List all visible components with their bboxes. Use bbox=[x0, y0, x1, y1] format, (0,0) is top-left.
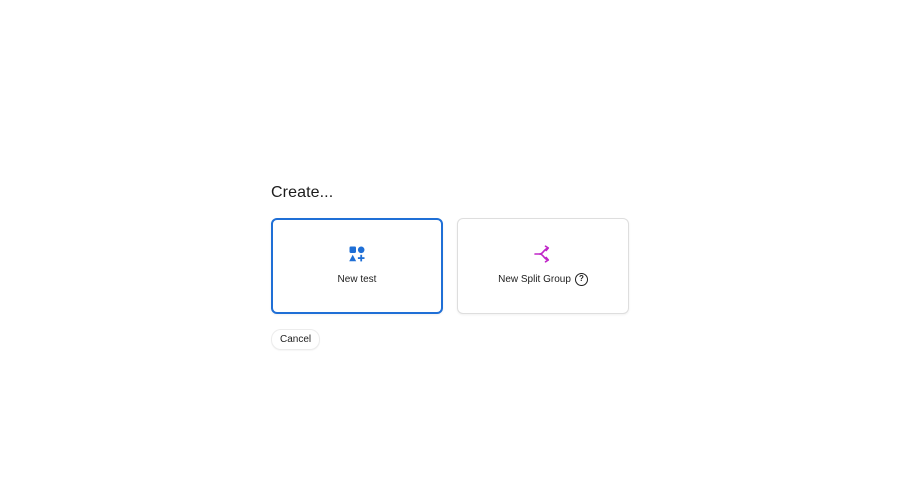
new-test-card[interactable]: New test bbox=[271, 218, 443, 314]
new-split-group-card[interactable]: New Split Group ? bbox=[457, 218, 629, 314]
new-split-group-label-row: New Split Group ? bbox=[498, 272, 588, 286]
option-cards: New test New Split Group ? bbox=[271, 218, 629, 314]
new-test-label: New test bbox=[337, 273, 377, 285]
shapes-add-icon bbox=[348, 245, 366, 263]
new-split-group-label: New Split Group bbox=[498, 273, 571, 285]
help-icon[interactable]: ? bbox=[574, 272, 588, 286]
cancel-button[interactable]: Cancel bbox=[271, 329, 321, 350]
dialog-title: Create... bbox=[271, 184, 334, 201]
split-arrows-icon bbox=[534, 245, 552, 263]
new-test-label-row: New test bbox=[338, 272, 377, 286]
create-dialog: Create... New test New Split Group ? Can… bbox=[271, 183, 629, 350]
